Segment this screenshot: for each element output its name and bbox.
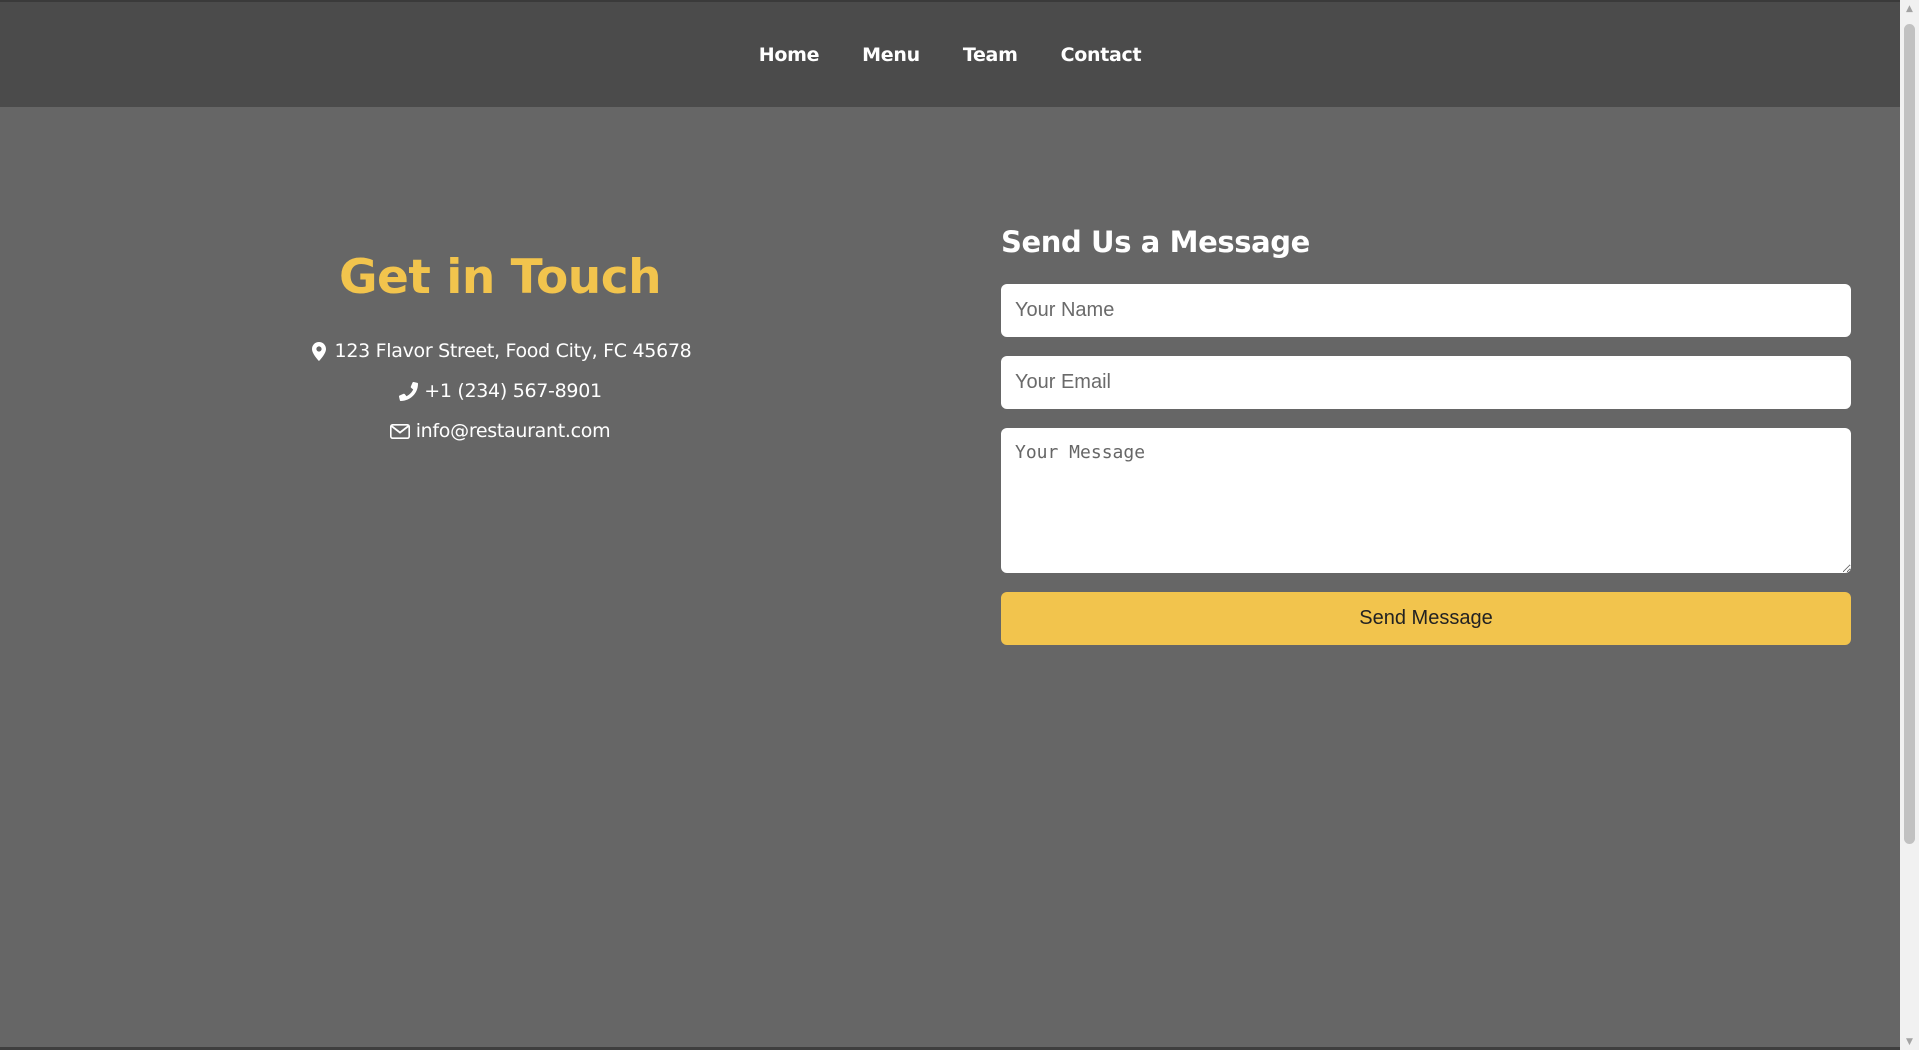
phone-line: +1 (234) 567-8901 [0,371,1000,411]
top-navbar: Home Menu Team Contact [0,0,1900,107]
email-input[interactable] [1001,356,1851,409]
message-textarea[interactable] [1001,428,1851,573]
envelope-icon [389,420,410,442]
nav-link-home[interactable]: Home [759,44,820,66]
scroll-down-arrow-icon[interactable]: ▼ [1900,1033,1919,1050]
page: Home Menu Team Contact Get in Touch 123 … [0,0,1919,1050]
nav-link-team[interactable]: Team [963,44,1018,66]
phone-icon [398,380,418,402]
email-text[interactable]: info@restaurant.com [416,411,611,451]
contact-title: Get in Touch [338,250,662,305]
vertical-scrollbar[interactable]: ▲ ▼ [1900,0,1919,1050]
contact-info-section: Get in Touch 123 Flavor Street, Food Cit… [0,250,1000,451]
scrollbar-thumb[interactable] [1904,24,1915,844]
name-input[interactable] [1001,284,1851,337]
message-form-section: Send Us a Message Send Message [1001,222,1851,645]
send-message-button[interactable]: Send Message [1001,592,1851,645]
email-line: info@restaurant.com [0,411,1000,451]
nav-link-contact[interactable]: Contact [1061,44,1142,66]
form-title: Send Us a Message [1001,225,1310,259]
nav-link-menu[interactable]: Menu [862,44,920,66]
scroll-up-arrow-icon[interactable]: ▲ [1900,0,1919,17]
address-text: 123 Flavor Street, Food City, FC 45678 [334,340,692,362]
address-line: 123 Flavor Street, Food City, FC 45678 [0,331,1000,371]
map-marker-icon [309,340,329,362]
phone-text: +1 (234) 567-8901 [424,380,602,402]
